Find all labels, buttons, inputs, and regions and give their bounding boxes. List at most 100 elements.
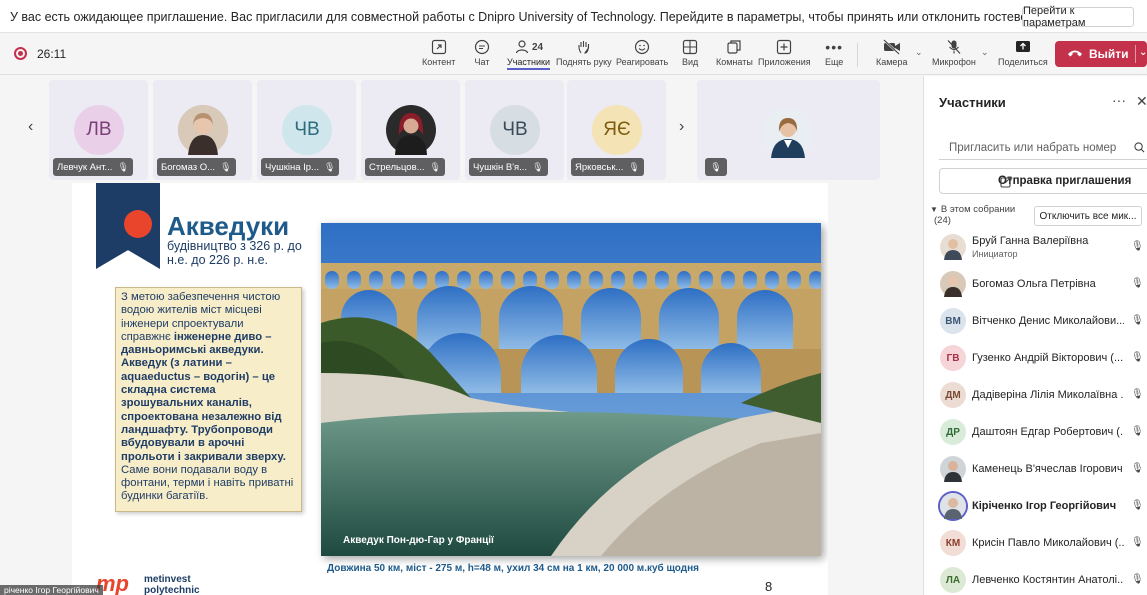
search-icon [1134,142,1145,156]
avatar [940,493,966,519]
camera-off-icon [882,37,901,57]
avatar: ЯЄ [592,105,642,155]
breakout-rooms-icon [726,37,742,57]
avatar: ЧВ [282,105,332,155]
participant-row[interactable]: ДМ Дадіверіна Лілія Миколаївна ... 🎙︎ [924,377,1147,414]
view-button[interactable]: Вид [682,37,698,73]
tiles-prev-chevron-icon[interactable]: ‹ [28,118,33,136]
share-link-icon [1000,176,1012,191]
avatar: ЛА [940,567,966,593]
raise-hand-icon [576,37,592,57]
mic-off-icon: 🎙︎ [117,161,129,172]
avatar [386,105,436,155]
people-icon: 24 [514,37,543,57]
mic-off-icon: 🎙︎ [1131,426,1144,437]
participant-row[interactable]: Богомаз Ольга Петрівна 🎙︎ [924,266,1147,303]
notification-bar: У вас есть ожидающее приглашение. Вас пр… [0,0,1147,33]
mic-on-icon: 🎙︎ [1131,500,1144,511]
participant-row[interactable]: КМ Крисін Павло Миколайович (... 🎙︎ [924,525,1147,562]
mic-off-icon: 🎙︎ [323,161,336,172]
raise-hand-button[interactable]: Поднять руку [556,37,612,73]
metinvest-logo-text: metinvest polytechnic [144,574,200,595]
microphone-button[interactable]: Микрофон [932,37,976,73]
slide-body-bold-text: інженерне диво – давньоримські акведуки.… [121,330,286,463]
notification-text: У вас есть ожидающее приглашение. Вас пр… [10,10,1119,24]
tiles-next-chevron-icon[interactable]: › [679,118,684,136]
react-icon [634,37,650,57]
share-icon [1015,37,1031,57]
tile-name: Чушкін В'я... 🎙︎ [469,158,548,176]
in-meeting-group-header[interactable]: ▼ В этом собрании (24) [930,204,1015,226]
mic-off-icon: 🎙︎ [1131,241,1144,252]
mic-off-icon: 🎙︎ [220,161,232,172]
participant-row[interactable]: ГВ Гузенко Андрій Вікторович (... 🎙︎ [924,340,1147,377]
mic-off-icon: 🎙︎ [532,161,544,172]
more-icon: ••• [825,39,844,55]
microphone-options-chevron-icon[interactable]: ⌄ [981,47,989,58]
slide-text-box: З метою забезпечення чистою водою жителі… [115,287,302,512]
aqueduct-photo: Акведук Пон-дю-Гар у Франції [321,223,821,556]
breakout-rooms-button[interactable]: Комнаты [716,37,753,73]
participant-row[interactable]: ЛА Левченко Костянтин Анатолі... 🎙︎ [924,562,1147,595]
react-button[interactable]: Реагировать [616,37,668,73]
avatar: ВМ [940,308,966,334]
avatar [940,271,966,297]
slide-footnote: Довжина 50 км, міст - 275 м, h=48 м, ухи… [327,563,699,574]
avatar: КМ [940,530,966,556]
participant-tile[interactable]: ЧВ Чушкін В'я... 🎙︎ [465,80,564,180]
participant-row[interactable]: Бруй Ганна Валеріївна Инициатор 🎙︎ [924,229,1147,266]
mic-off-icon: 🎙︎ [1131,389,1144,400]
group-count: (24) [934,215,951,226]
participant-tile[interactable]: ЛВ Левчук Ант... 🎙︎ [49,80,148,180]
participant-row[interactable]: Кіріченко Ігор Георгійович 🎙︎ [924,488,1147,525]
video-tiles-row: ‹ ЛВ Левчук Ант... 🎙︎ Богомаз О... 🎙︎ ЧВ Ч… [22,78,880,182]
photo-caption: Акведук Пон-дю-Гар у Франції [343,535,494,546]
send-invitation-button[interactable]: Отправка приглашения [939,168,1147,194]
toolbar-divider [857,43,858,67]
go-to-settings-button[interactable]: Перейти к параметрам [1022,5,1134,29]
slide-subtitle: будівництво з 326 р. до н.е. до 226 р. н… [167,239,302,267]
shared-presentation-slide: Акведуки будівництво з 326 р. до н.е. до… [72,183,828,595]
participant-row[interactable]: ВМ Вітченко Денис Миколайови... 🎙︎ [924,303,1147,340]
participant-row[interactable]: ДР Даштоян Едгар Робертович (... 🎙︎ [924,414,1147,451]
recording-icon [14,47,27,60]
mic-off-icon: 🎙︎ [429,161,441,172]
avatar [763,108,813,158]
presenter-name-label: річенко Ігор Георгійович [0,585,103,595]
slide-title: Акведуки [167,211,290,241]
mic-off-icon: 🎙︎ [1131,315,1144,326]
participant-tile[interactable]: ЧВ Чушкіна Ір... 🎙︎ [257,80,356,180]
participant-row[interactable]: Каменець В'ячеслав Ігорович 🎙︎ [924,451,1147,488]
avatar: ГВ [940,345,966,371]
chat-button[interactable]: Чат [474,37,490,73]
invite-search-input[interactable]: Пригласить или набрать номер [939,136,1147,160]
more-button[interactable]: ••• Еще [825,37,843,73]
leave-label: Выйти [1089,47,1129,61]
camera-options-chevron-icon[interactable]: ⌄ [915,47,923,58]
mic-off-icon: 🎙︎ [1131,574,1144,585]
self-video-tile[interactable]: 🎙︎ [697,80,880,180]
mute-all-button[interactable]: Отключить все мик... [1034,206,1142,226]
avatar [178,105,228,155]
avatar: ДР [940,419,966,445]
tile-name: Чушкіна Ір... 🎙︎ [261,158,340,176]
panel-close-icon[interactable]: ✕ [1136,93,1147,110]
slide-logo-dot [124,210,152,238]
share-button[interactable]: Поделиться [998,37,1048,73]
meeting-timer: 26:11 [37,47,67,61]
apps-button[interactable]: Приложения [758,37,811,73]
tile-name: Левчук Ант... 🎙︎ [53,158,133,176]
avatar: ЛВ [74,105,124,155]
camera-button[interactable]: Камера [876,37,907,73]
panel-more-icon[interactable]: ··· [1112,92,1126,108]
tile-name: Ярковськ... 🎙︎ [571,158,644,176]
content-button[interactable]: Контент [422,37,455,73]
tile-name: Стрельцов... 🎙︎ [365,158,445,176]
participant-tile[interactable]: ЯЄ Ярковськ... 🎙︎ [567,80,666,180]
hang-up-icon [1067,47,1083,61]
participant-tile[interactable]: Стрельцов... 🎙︎ [361,80,460,180]
participant-tile[interactable]: Богомаз О... 🎙︎ [153,80,252,180]
leave-options-chevron-icon[interactable]: ⌄ [1139,47,1147,58]
leave-button[interactable]: Выйти ⌄ [1055,41,1147,67]
participants-button[interactable]: 24 Участники [507,37,550,73]
